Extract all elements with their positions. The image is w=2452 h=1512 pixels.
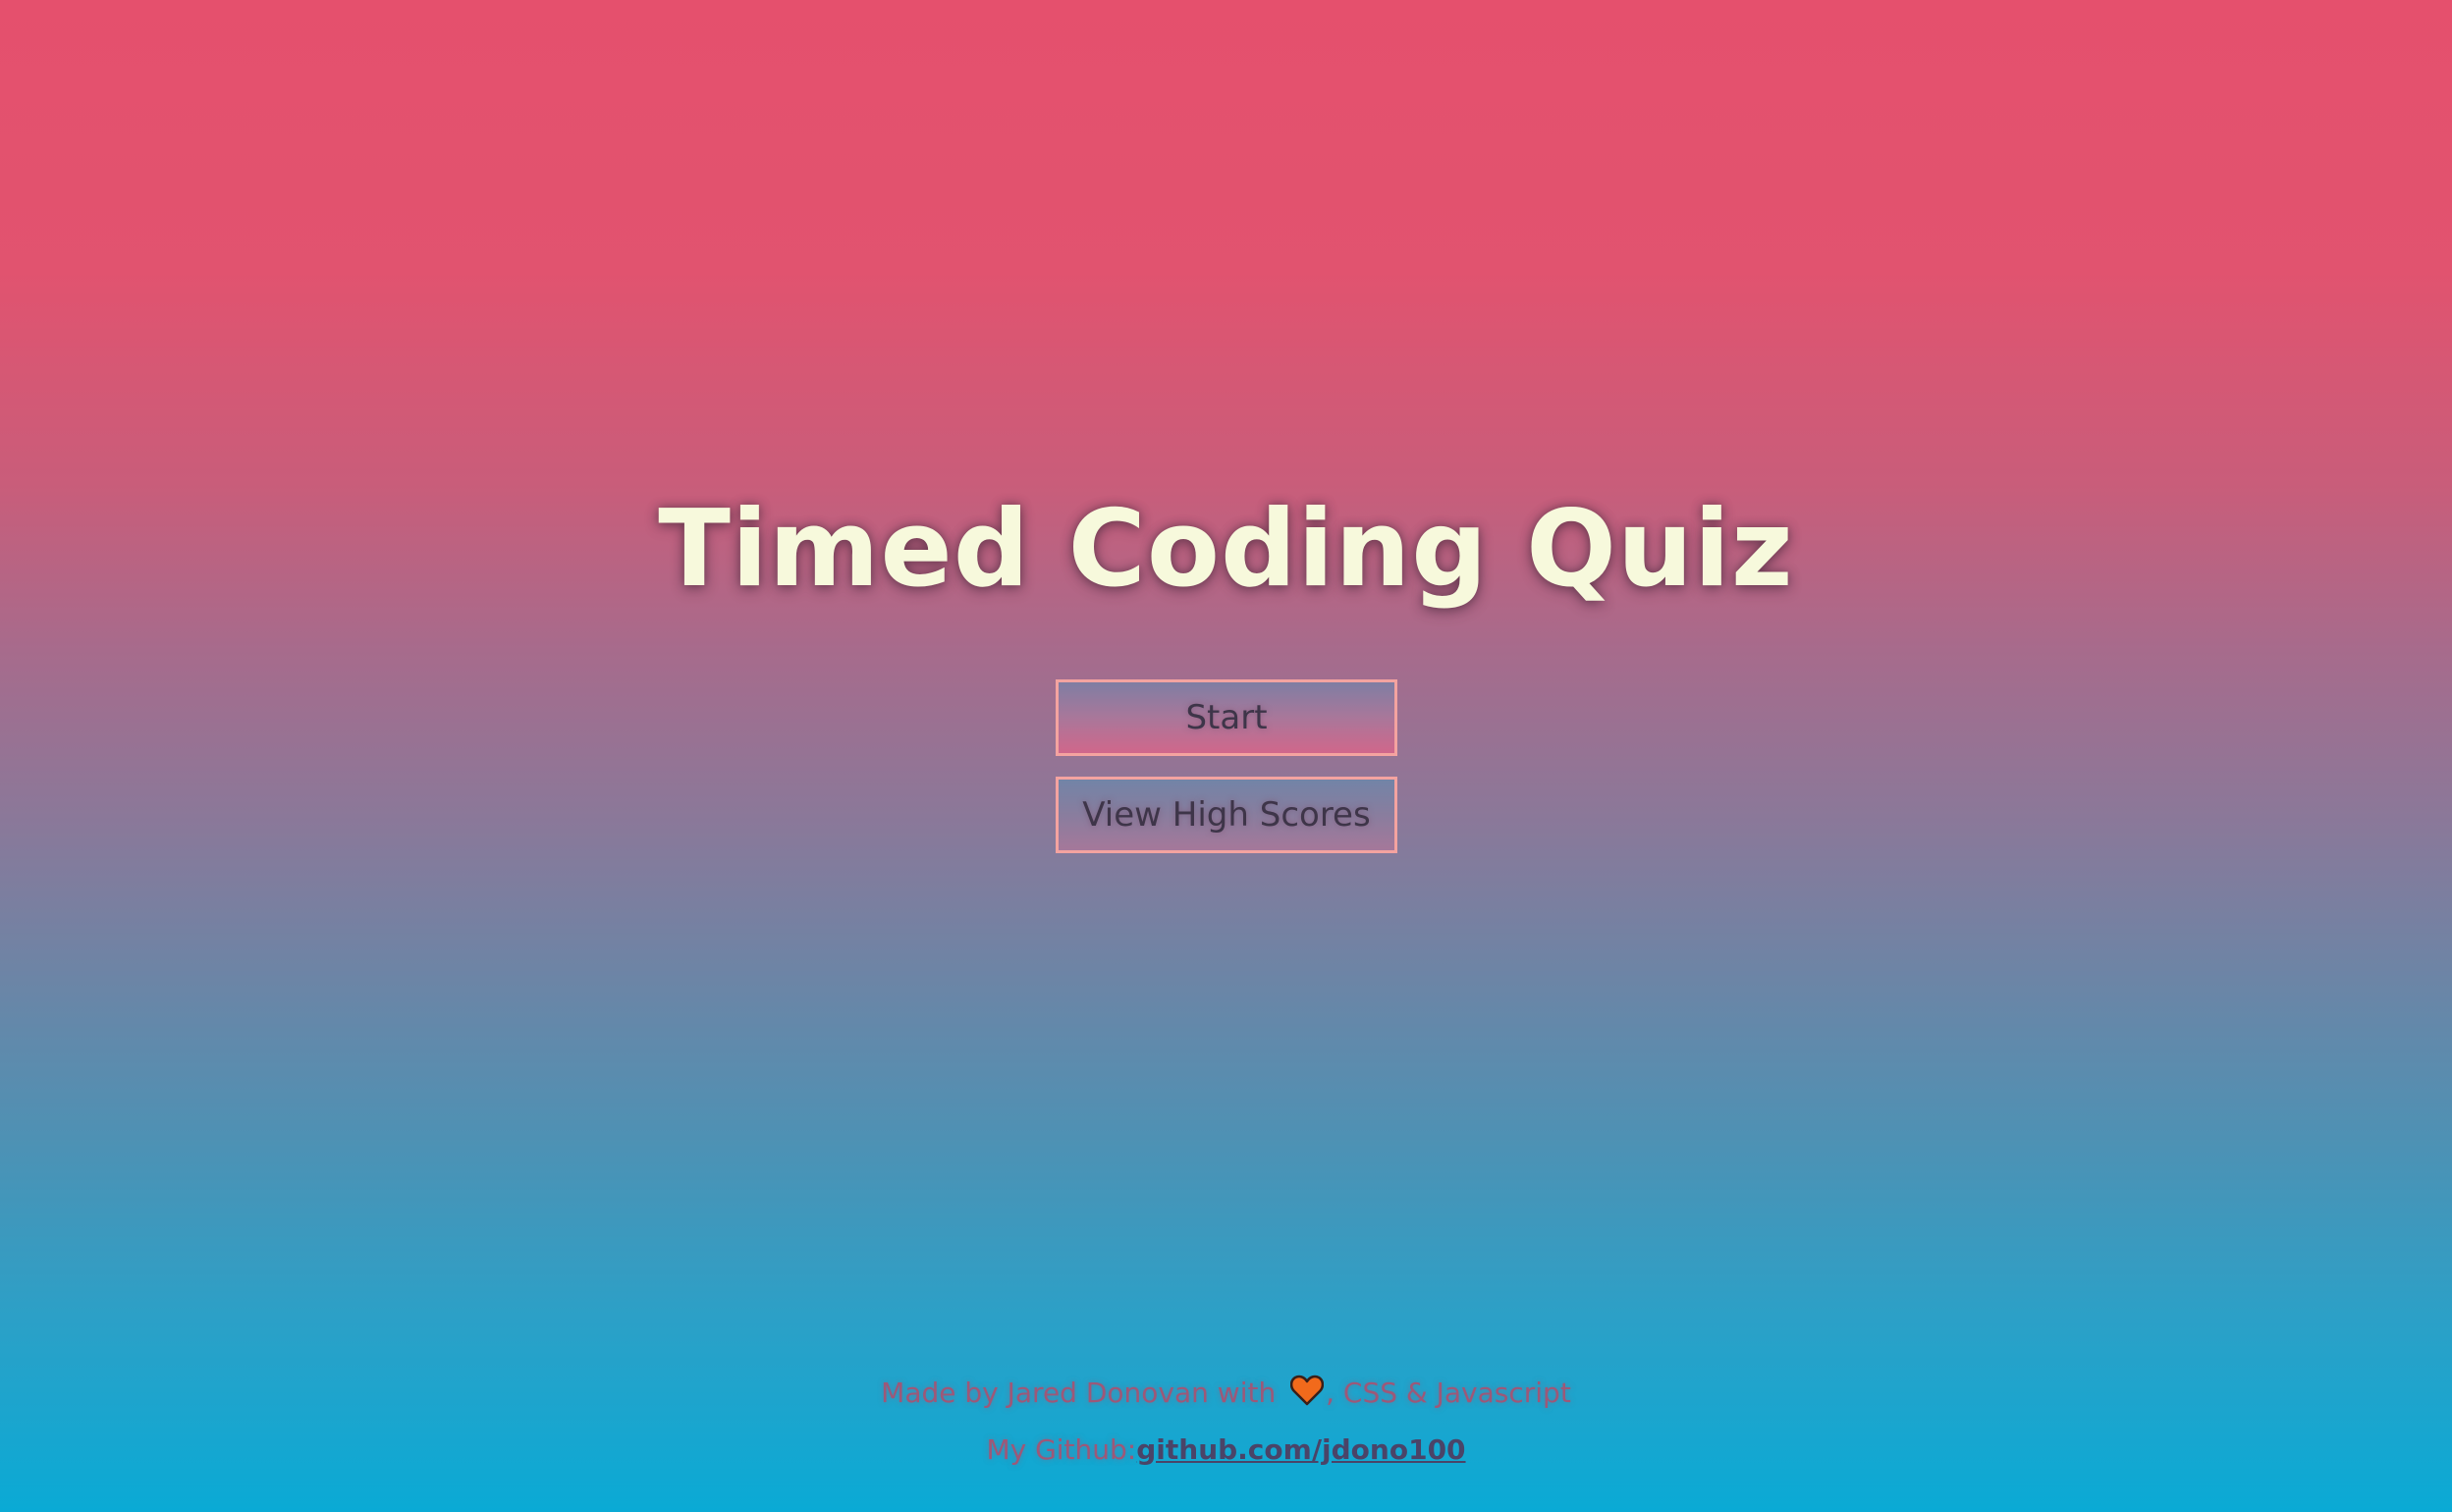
view-high-scores-button[interactable]: View High Scores bbox=[1056, 777, 1397, 853]
footer-github: My Github:github.com/jdono100 bbox=[0, 1433, 2452, 1466]
github-label: My Github: bbox=[986, 1433, 1137, 1466]
footer-credits: Made by Jared Donovan with , CSS & Javas… bbox=[0, 1375, 2452, 1409]
footer-credits-suffix: , CSS & Javascript bbox=[1326, 1377, 1571, 1409]
github-link[interactable]: github.com/jdono100 bbox=[1136, 1433, 1465, 1466]
page-title: Timed Coding Quiz bbox=[658, 488, 1794, 611]
footer-credits-prefix: Made by Jared Donovan with bbox=[881, 1377, 1277, 1409]
heart-icon bbox=[1290, 1375, 1325, 1406]
start-button[interactable]: Start bbox=[1056, 679, 1397, 756]
